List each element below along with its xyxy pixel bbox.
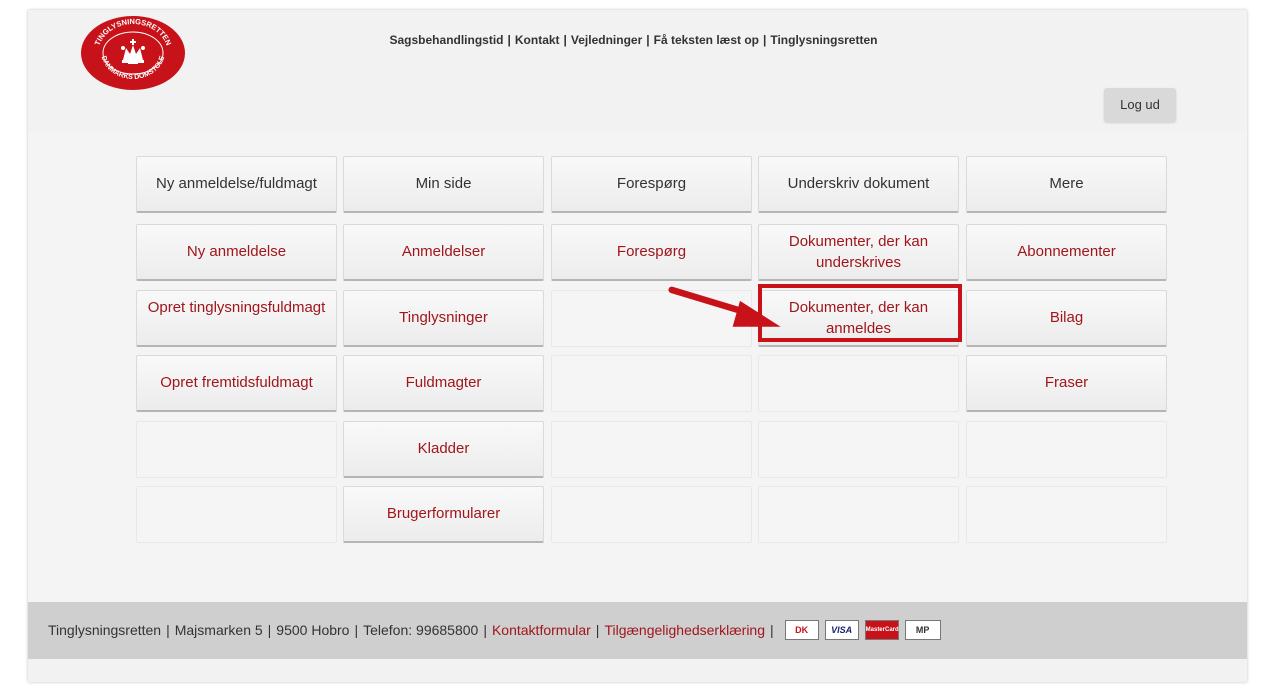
empty-cell	[136, 486, 337, 543]
footer-info: Tinglysningsretten | Majsmarken 5 | 9500…	[48, 620, 941, 640]
menu-dokumenter-anmeldes[interactable]: Dokumenter, der kan anmeldes	[758, 290, 959, 347]
contact-form-link[interactable]: Kontaktformular	[492, 622, 591, 638]
tab-mere[interactable]: Mere	[966, 156, 1167, 213]
empty-cell	[551, 486, 752, 543]
mobilepay-icon: MP	[904, 620, 941, 640]
empty-cell	[758, 355, 959, 412]
footer-separator: |	[595, 622, 600, 638]
mastercard-icon: MasterCard	[864, 620, 899, 640]
empty-cell	[966, 421, 1167, 478]
menu-opret-fremtidsfuldmagt[interactable]: Opret fremtidsfuldmagt	[136, 355, 337, 412]
footer-separator: |	[166, 622, 170, 638]
accessibility-link[interactable]: Tilgængelighedserklæring	[604, 622, 765, 638]
top-navigation: Sagsbehandlingstid | Kontakt | Vejledninger |…	[28, 33, 1239, 47]
dankort-icon: DK	[784, 620, 819, 640]
logout-button[interactable]: Log ud	[1104, 88, 1176, 122]
empty-cell	[551, 421, 752, 478]
menu-abonnementer[interactable]: Abonnementer	[966, 224, 1167, 281]
footer-separator: |	[267, 622, 272, 638]
payment-cards: DK VISA MasterCard MP	[784, 620, 941, 640]
nav-kontakt[interactable]: Kontakt	[515, 33, 560, 47]
visa-icon: VISA	[824, 620, 859, 640]
main-menu: Ny anmeldelse/fuldmagt Min side Forespør…	[28, 132, 1247, 602]
footer-city: 9500 Hobro	[276, 622, 350, 638]
header: TINGLYSNINGSRETTEN DANMARKS DOMSTOLE Sag…	[28, 10, 1247, 132]
empty-cell	[966, 486, 1167, 543]
footer-name: Tinglysningsretten	[48, 622, 162, 638]
menu-fuldmagter[interactable]: Fuldmagter	[343, 355, 544, 412]
footer-phone: Telefon: 99685800	[363, 622, 479, 638]
menu-foresporg[interactable]: Forespørg	[551, 224, 752, 281]
empty-cell	[758, 486, 959, 543]
page-frame: TINGLYSNINGSRETTEN DANMARKS DOMSTOLE Sag…	[28, 10, 1247, 682]
nav-separator: |	[507, 33, 511, 47]
nav-sagsbehandlingstid[interactable]: Sagsbehandlingstid	[390, 33, 504, 47]
menu-bilag[interactable]: Bilag	[966, 290, 1167, 347]
footer: Tinglysningsretten | Majsmarken 5 | 9500…	[28, 602, 1247, 659]
empty-cell	[758, 421, 959, 478]
menu-tinglysninger[interactable]: Tinglysninger	[343, 290, 544, 347]
nav-separator: |	[646, 33, 650, 47]
menu-ny-anmeldelse[interactable]: Ny anmeldelse	[136, 224, 337, 281]
nav-laes-op[interactable]: Få teksten læst op	[654, 33, 759, 47]
footer-address: Majsmarken 5	[174, 622, 263, 638]
menu-fraser[interactable]: Fraser	[966, 355, 1167, 412]
menu-opret-tinglysningsfuldmagt[interactable]: Opret tinglysningsfuldmagt	[136, 290, 337, 347]
tinglysningsretten-logo[interactable]: TINGLYSNINGSRETTEN DANMARKS DOMSTOLE	[80, 14, 186, 92]
nav-separator: |	[563, 33, 567, 47]
footer-separator: |	[483, 622, 487, 638]
tab-min-side[interactable]: Min side	[343, 156, 544, 213]
nav-tinglysningsretten[interactable]: Tinglysningsretten	[770, 33, 877, 47]
menu-anmeldelser[interactable]: Anmeldelser	[343, 224, 544, 281]
empty-cell	[136, 421, 337, 478]
menu-brugerformularer[interactable]: Brugerformularer	[343, 486, 544, 543]
crown-seal-icon: TINGLYSNINGSRETTEN DANMARKS DOMSTOLE	[81, 16, 185, 90]
nav-vejledninger[interactable]: Vejledninger	[571, 33, 642, 47]
red-arrow-icon	[668, 286, 781, 327]
empty-cell	[551, 355, 752, 412]
menu-dokumenter-underskrives[interactable]: Dokumenter, der kan underskrives	[758, 224, 959, 281]
footer-separator: |	[770, 622, 774, 638]
tab-ny-anmeldelse-fuldmagt[interactable]: Ny anmeldelse/fuldmagt	[136, 156, 337, 213]
footer-separator: |	[354, 622, 359, 638]
tab-underskriv-dokument[interactable]: Underskriv dokument	[758, 156, 959, 213]
tab-foresporg[interactable]: Forespørg	[551, 156, 752, 213]
nav-separator: |	[762, 33, 767, 47]
menu-kladder[interactable]: Kladder	[343, 421, 544, 478]
